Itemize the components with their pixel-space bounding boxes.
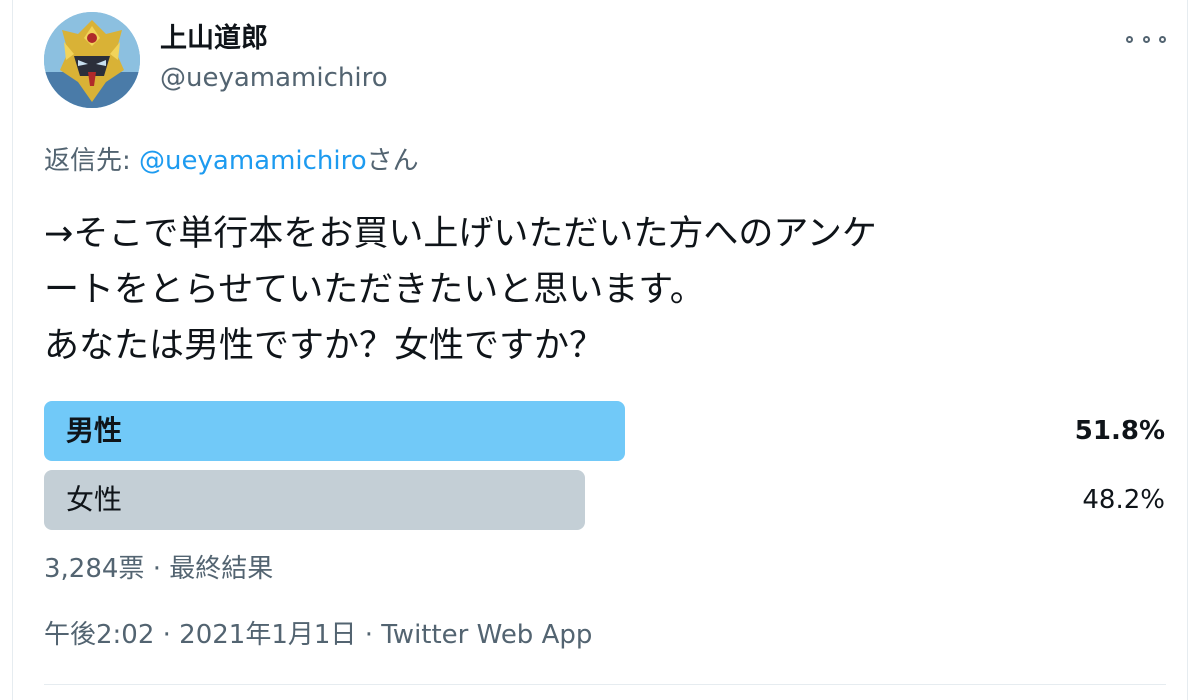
- more-horizontal-icon: [1142, 35, 1150, 43]
- tweet-text: →そこで単行本をお買い上げいただいた方へのアンケ ートをとらせていただきたいと思…: [44, 206, 1164, 374]
- avatar[interactable]: [44, 12, 140, 108]
- display-name[interactable]: 上山道郎: [160, 22, 268, 56]
- more-options-button[interactable]: [1126, 22, 1166, 56]
- reply-to-prefix: 返信先:: [44, 146, 140, 176]
- tweet-timestamp[interactable]: 午後2:02 · 2021年1月1日 · Twitter Web App: [44, 618, 592, 652]
- poll-option-bar-female: [44, 470, 585, 530]
- tweet-text-line: あなたは男性ですか？女性ですか？: [44, 326, 605, 366]
- poll-option-bar-male: [44, 401, 625, 461]
- reply-to-suffix: さん: [366, 146, 419, 176]
- poll-option-percent-male: 51.8%: [1074, 416, 1165, 446]
- poll-option-label-male: 男性: [66, 414, 123, 447]
- poll-option-label-female: 女性: [66, 483, 123, 516]
- tweet-text-line: →そこで単行本をお買い上げいただいた方へのアンケ: [44, 214, 877, 254]
- poll-vote-summary: 3,284票 · 最終結果: [44, 554, 274, 584]
- reply-to-line: 返信先: @ueyamamichiroさん: [44, 144, 419, 178]
- reply-to-mention-link[interactable]: @ueyamamichiro: [139, 146, 367, 176]
- user-handle[interactable]: @ueyamamichiro: [160, 62, 388, 94]
- more-horizontal-icon: [1126, 35, 1133, 43]
- avatar-image: [44, 12, 140, 108]
- more-horizontal-icon: [1159, 35, 1166, 43]
- tweet-text-line: ートをとらせていただきたいと思います。: [44, 270, 705, 310]
- divider: [44, 684, 1166, 685]
- poll-option-percent-female: 48.2%: [1082, 485, 1165, 515]
